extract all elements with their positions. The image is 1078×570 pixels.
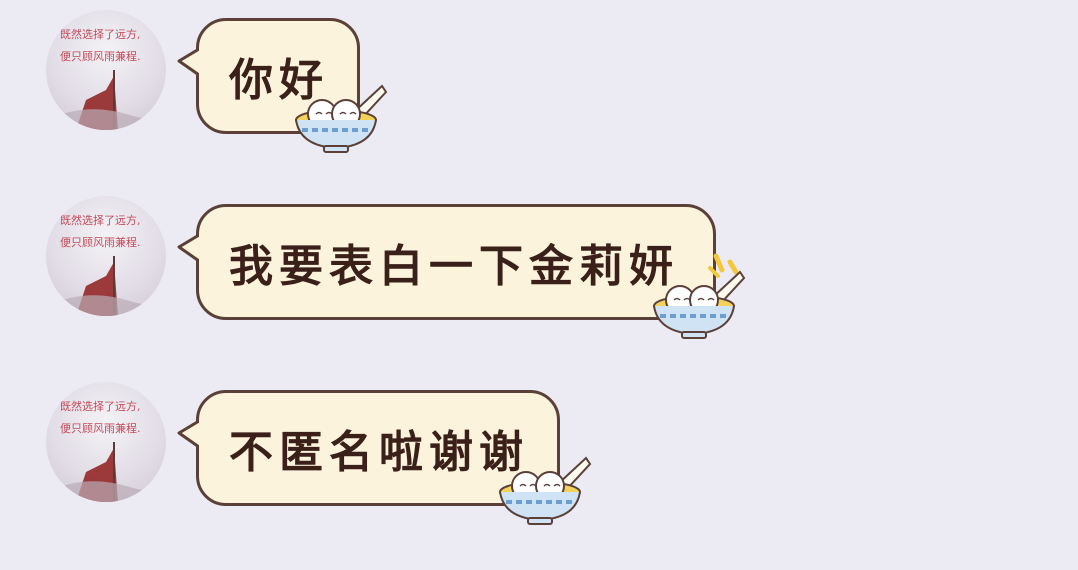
avatar-caption-line-2: 便只顾风雨兼程. bbox=[60, 422, 141, 435]
tangyuan-bowl-icon bbox=[653, 270, 746, 339]
avatar-caption-line-2: 便只顾风雨兼程. bbox=[60, 236, 141, 249]
bubble-tail bbox=[177, 419, 199, 449]
bubble-tail bbox=[177, 233, 199, 263]
message-bubble[interactable]: 我要表白一下金莉妍 bbox=[177, 204, 716, 320]
tangyuan-bowl-icon bbox=[499, 456, 592, 525]
message-text: 不匿名啦谢谢 bbox=[229, 427, 529, 478]
message-row: 既然选择了远方, 便只顾风雨兼程. 你好 bbox=[0, 0, 1078, 153]
message-row: 既然选择了远方, 便只顾风雨兼程. 我要表白一下金莉妍 bbox=[0, 186, 1078, 339]
bubble-tail bbox=[177, 47, 199, 77]
message-text: 我要表白一下金莉妍 bbox=[229, 241, 679, 292]
tangyuan-bowl-icon bbox=[295, 84, 388, 153]
avatar[interactable]: 既然选择了远方, 便只顾风雨兼程. bbox=[46, 196, 166, 316]
message-row: 既然选择了远方, 便只顾风雨兼程. 不匿名啦谢谢 bbox=[0, 372, 1078, 525]
avatar[interactable]: 既然选择了远方, 便只顾风雨兼程. bbox=[46, 10, 166, 130]
avatar-caption-line-2: 便只顾风雨兼程. bbox=[60, 50, 141, 63]
avatar-caption-line-1: 既然选择了远方, bbox=[60, 213, 141, 227]
avatar-caption-line-1: 既然选择了远方, bbox=[60, 27, 141, 41]
avatar[interactable]: 既然选择了远方, 便只顾风雨兼程. bbox=[46, 382, 166, 502]
avatar-caption-line-1: 既然选择了远方, bbox=[60, 399, 141, 413]
